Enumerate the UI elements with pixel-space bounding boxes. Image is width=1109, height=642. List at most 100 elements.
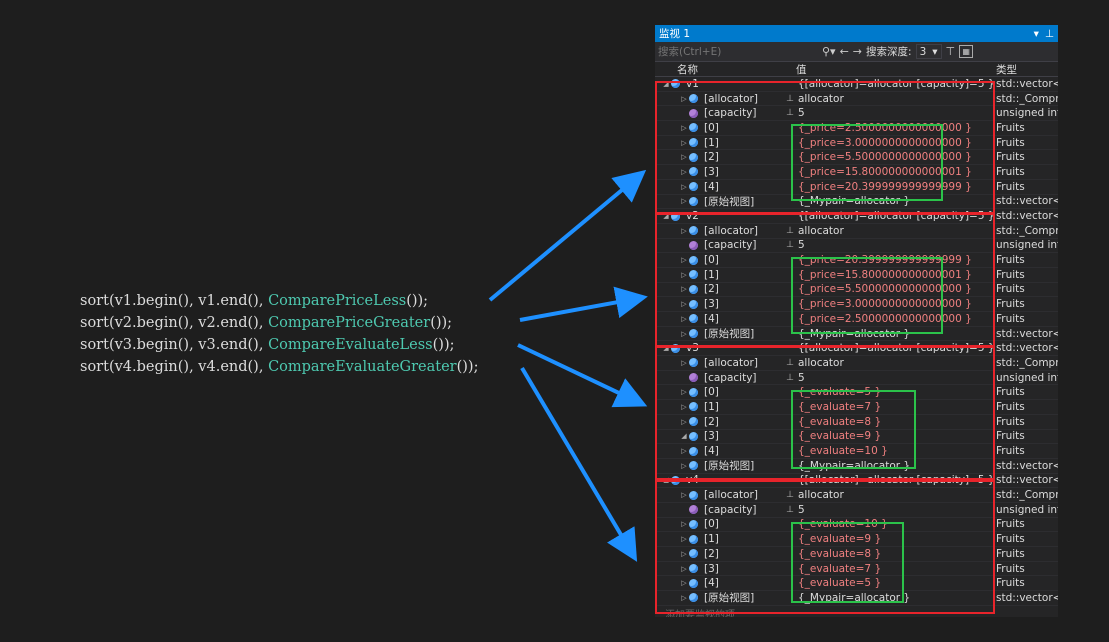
watch-row-value[interactable]: {_evaluate=10 }: [796, 518, 996, 530]
expand-icon[interactable]: ▷: [679, 256, 689, 264]
watch-row[interactable]: ▷ [4] {_evaluate=5 } Fruits: [655, 576, 1058, 592]
expand-icon[interactable]: ▷: [679, 168, 689, 176]
watch-row-value[interactable]: {_price=15.800000000000001 }: [796, 166, 996, 178]
expand-icon[interactable]: ▷: [679, 594, 689, 602]
expand-icon[interactable]: ▷: [679, 388, 689, 396]
watch-row-value[interactable]: {[allocator]=allocator [capacity]=5 }: [796, 474, 996, 486]
watch-row-value[interactable]: {[allocator]=allocator [capacity]=5 }: [796, 342, 996, 354]
watch-row-value[interactable]: {[allocator]=allocator [capacity]=5 }: [796, 210, 996, 222]
watch-row-value[interactable]: {[allocator]=allocator [capacity]=5 }: [796, 78, 996, 90]
header-value[interactable]: 值: [796, 62, 996, 77]
watch-row[interactable]: ▷ [allocator] ⊥allocatorstd::_Compr...: [655, 356, 1058, 371]
header-name[interactable]: 名称: [655, 62, 796, 77]
back-arrow-icon[interactable]: ←: [840, 45, 849, 58]
pin-icon[interactable]: ⊥: [786, 358, 794, 368]
watch-row[interactable]: ▷ [4] {_price=20.399999999999999 } Fruits: [655, 180, 1058, 195]
watch-row-value[interactable]: allocator: [796, 93, 996, 105]
search-input[interactable]: [658, 45, 818, 58]
expand-icon[interactable]: ▷: [679, 550, 689, 558]
expand-icon[interactable]: ▷: [679, 197, 689, 205]
watch-row[interactable]: ▷ [1] {_evaluate=7 } Fruits: [655, 400, 1058, 415]
watch-row-value[interactable]: 5: [796, 504, 996, 516]
watch-row[interactable]: ◢ v3 {[allocator]=allocator [capacity]=5 }…: [655, 341, 1058, 357]
add-watch-placeholder[interactable]: 添加要监视的项: [655, 606, 1058, 617]
header-type[interactable]: 类型: [996, 62, 1058, 77]
watch-row-value[interactable]: {_price=3.0000000000000000 }: [796, 137, 996, 149]
watch-row-value[interactable]: {_Mypair=allocator }: [796, 195, 996, 207]
expand-icon[interactable]: ▷: [679, 300, 689, 308]
pin-icon[interactable]: ⊥: [786, 505, 794, 515]
watch-row-value[interactable]: {_evaluate=5 }: [796, 386, 996, 398]
watch-row-value[interactable]: 5: [796, 107, 996, 119]
watch-row[interactable]: [capacity] ⊥ 5 unsigned int: [655, 371, 1058, 386]
watch-row[interactable]: ◢ v4 {[allocator]=allocator [capacity]=5 }…: [655, 474, 1058, 489]
watch-row-value[interactable]: {_Mypair=allocator }: [796, 592, 996, 604]
watch-row-value[interactable]: allocator: [796, 225, 996, 237]
grid-view-icon[interactable]: ▦: [959, 45, 974, 58]
watch-row[interactable]: ◢ [3] {_evaluate=9 } Fruits: [655, 430, 1058, 445]
watch-row[interactable]: ▷ [2] {_evaluate=8 } Fruits: [655, 547, 1058, 562]
collapse-icon[interactable]: ◢: [661, 344, 671, 352]
expand-icon[interactable]: ▷: [679, 139, 689, 147]
collapse-icon[interactable]: ◢: [661, 80, 671, 88]
watch-row-value[interactable]: {_Mypair=allocator }: [796, 460, 996, 472]
watch-row-value[interactable]: {_evaluate=7 }: [796, 563, 996, 575]
watch-row-value[interactable]: {_price=2.5000000000000000 }: [796, 122, 996, 134]
expand-icon[interactable]: ▷: [679, 359, 689, 367]
pin-icon[interactable]: ⊥: [786, 240, 794, 250]
pin-icon[interactable]: ⊥: [786, 373, 794, 383]
watch-row-value[interactable]: 5: [796, 372, 996, 384]
watch-row-value[interactable]: {_evaluate=9 }: [796, 430, 996, 442]
watch-row-value[interactable]: allocator: [796, 357, 996, 369]
expand-icon[interactable]: ▷: [679, 447, 689, 455]
watch-row-value[interactable]: {_evaluate=10 }: [796, 445, 996, 457]
watch-row-value[interactable]: {_price=2.5000000000000000 }: [796, 313, 996, 325]
pin-icon[interactable]: ⊥: [786, 94, 794, 104]
expand-icon[interactable]: ▷: [679, 491, 689, 499]
watch-row[interactable]: ▷ [原始视图] {_Mypair=allocator }std::vector<.…: [655, 195, 1058, 210]
expand-icon[interactable]: ▷: [679, 520, 689, 528]
watch-row[interactable]: [capacity] ⊥ 5 unsigned int: [655, 106, 1058, 122]
search-depth-select[interactable]: 3 ▾: [915, 44, 942, 59]
collapse-icon[interactable]: ◢: [661, 212, 671, 220]
watch-row-value[interactable]: {_evaluate=7 }: [796, 401, 996, 413]
expand-icon[interactable]: ▷: [679, 153, 689, 161]
collapse-icon[interactable]: ◢: [679, 432, 689, 440]
expand-icon[interactable]: ▷: [679, 124, 689, 132]
watch-row[interactable]: ▷ [原始视图] {_Mypair=allocator }std::vector<.…: [655, 591, 1058, 606]
watch-row[interactable]: ▷ [0] {_price=2.5000000000000000 } Fruits: [655, 121, 1058, 136]
pin-icon[interactable]: ⊥: [1045, 28, 1054, 40]
watch-row[interactable]: ▷ [allocator] ⊥allocatorstd::_Compr...: [655, 488, 1058, 503]
watch-row-value[interactable]: {_price=5.5000000000000000 }: [796, 283, 996, 295]
watch-row[interactable]: ◢ v1 {[allocator]=allocator [capacity]=5 }…: [655, 77, 1058, 92]
watch-row-value[interactable]: {_evaluate=8 }: [796, 416, 996, 428]
watch-row-value[interactable]: {_price=5.5000000000000000 }: [796, 151, 996, 163]
collapse-icon[interactable]: ◢: [661, 476, 671, 484]
watch-row[interactable]: ▷ [3] {_evaluate=7 } Fruits: [655, 562, 1058, 577]
watch-row[interactable]: ▷ [allocator] ⊥allocatorstd::_Compr...: [655, 224, 1058, 239]
watch-row[interactable]: ▷ [3] {_price=15.800000000000001 } Fruits: [655, 165, 1058, 180]
watch-row-value[interactable]: {_price=3.0000000000000000 }: [796, 298, 996, 310]
watch-row[interactable]: ▷ [0] {_evaluate=5 } Fruits: [655, 385, 1058, 401]
watch-row[interactable]: ▷ [2] {_evaluate=8 } Fruits: [655, 415, 1058, 430]
watch-row[interactable]: ▷ [0] {_evaluate=10 } Fruits: [655, 518, 1058, 533]
watch-row-value[interactable]: {_evaluate=8 }: [796, 548, 996, 560]
watch-row[interactable]: ▷ [原始视图] {_Mypair=allocator }std::vector<.…: [655, 327, 1058, 342]
pin-icon[interactable]: ⊥: [786, 226, 794, 236]
dropdown-icon[interactable]: ▾: [1034, 28, 1039, 40]
watch-row[interactable]: [capacity] ⊥ 5 unsigned int: [655, 239, 1058, 254]
watch-row[interactable]: [capacity] ⊥ 5 unsigned int: [655, 503, 1058, 518]
expand-icon[interactable]: ▷: [679, 227, 689, 235]
expand-icon[interactable]: ▷: [679, 565, 689, 573]
expand-icon[interactable]: ▷: [679, 330, 689, 338]
expand-icon[interactable]: ▷: [679, 285, 689, 293]
watch-row-value[interactable]: {_price=15.800000000000001 }: [796, 269, 996, 281]
watch-row-value[interactable]: 5: [796, 239, 996, 251]
expand-icon[interactable]: ▷: [679, 535, 689, 543]
pin-icon[interactable]: ⊥: [786, 490, 794, 500]
watch-row[interactable]: ▷ [3] {_price=3.0000000000000000 } Fruits: [655, 297, 1058, 312]
watch-row-value[interactable]: allocator: [796, 489, 996, 501]
expand-icon[interactable]: ▷: [679, 579, 689, 587]
watch-row-value[interactable]: {_Mypair=allocator }: [796, 328, 996, 340]
expand-icon[interactable]: ▷: [679, 315, 689, 323]
